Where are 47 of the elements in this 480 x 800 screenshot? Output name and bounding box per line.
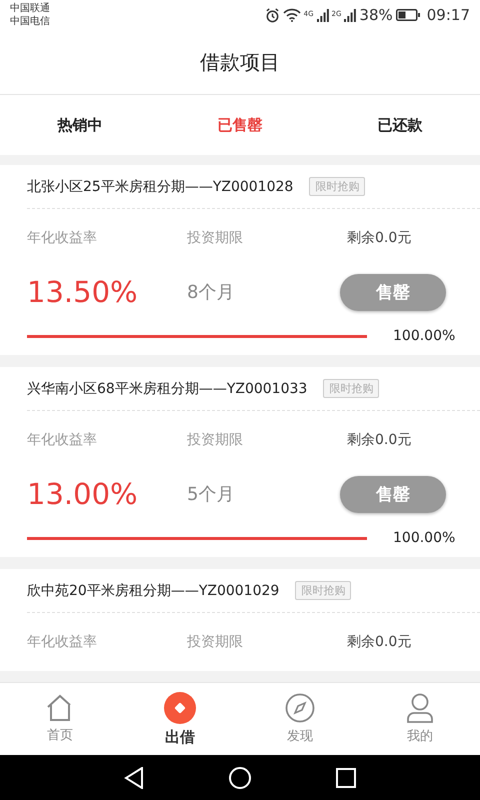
term-label: 投资期限 xyxy=(187,633,244,651)
battery-icon xyxy=(396,9,420,21)
annual-rate: 13.00% xyxy=(27,477,139,511)
term-value: 8个月 xyxy=(187,281,236,304)
category-tab[interactable]: 已售罄 xyxy=(160,95,320,155)
product-title: 北张小区25平米房租分期——YZ0001028 xyxy=(27,178,294,196)
term-label: 投资期限 xyxy=(187,431,244,449)
promo-tag: 限时抢购 xyxy=(309,177,366,196)
product-card[interactable]: 北张小区25平米房租分期——YZ0001028 限时抢购 年化收益率 投资期限 剩余0.0元 13.50% 8个月 售罄 100.00% xyxy=(0,165,480,355)
progress-percent: 100.00% xyxy=(393,328,456,344)
progress-percent: 100.00% xyxy=(393,530,456,546)
product-card[interactable]: 兴华南小区68平米房租分期——YZ0001033 限时抢购 年化收益率 投资期限 剩余0.0元 13.00% 5个月 售罄 100.00% xyxy=(0,367,480,557)
term-label: 投资期限 xyxy=(187,229,244,247)
back-icon[interactable] xyxy=(124,766,144,788)
remaining-amount: 剩余0.0元 xyxy=(347,431,412,449)
remaining-amount: 剩余0.0元 xyxy=(347,229,412,247)
term-value: 5个月 xyxy=(187,483,236,506)
nav-item[interactable]: 我的 xyxy=(360,683,480,755)
carrier-name: 中国电信 xyxy=(10,15,50,28)
clock-time: 09:17 xyxy=(426,6,470,24)
category-tab[interactable]: 已还款 xyxy=(320,95,480,155)
rate-label: 年化收益率 xyxy=(27,633,98,651)
signal-icon xyxy=(344,8,356,22)
rate-label: 年化收益率 xyxy=(27,431,98,449)
category-tab[interactable]: 热销中 xyxy=(0,95,160,155)
promo-tag: 限时抢购 xyxy=(323,379,380,398)
nav-item[interactable]: 出借 xyxy=(120,683,240,755)
compass-icon xyxy=(285,693,315,723)
carrier-name: 中国联通 xyxy=(10,2,50,15)
recents-icon[interactable] xyxy=(336,768,356,788)
battery-percent: 38% xyxy=(359,6,393,24)
signal-icon xyxy=(316,8,329,22)
remaining-amount: 剩余0.0元 xyxy=(347,633,412,651)
nav-item[interactable]: 首页 xyxy=(0,683,120,755)
page-title: 借款项目 xyxy=(200,48,280,76)
rate-label: 年化收益率 xyxy=(27,229,98,247)
alarm-icon xyxy=(264,8,280,22)
promo-tag: 限时抢购 xyxy=(295,581,352,600)
wifi-icon xyxy=(282,8,301,22)
product-title: 欣中苑20平米房租分期——YZ0001029 xyxy=(27,582,280,600)
coin-icon xyxy=(164,692,196,724)
annual-rate: 13.50% xyxy=(27,275,139,309)
product-title: 兴华南小区68平米房租分期——YZ0001033 xyxy=(27,380,308,398)
product-card[interactable]: 欣中苑20平米房租分期——YZ0001029 限时抢购 年化收益率 投资期限 剩余0.0元 xyxy=(0,569,480,671)
nav-item[interactable]: 发现 xyxy=(240,683,360,755)
person-icon xyxy=(406,693,434,723)
home-button-icon[interactable] xyxy=(229,766,251,788)
